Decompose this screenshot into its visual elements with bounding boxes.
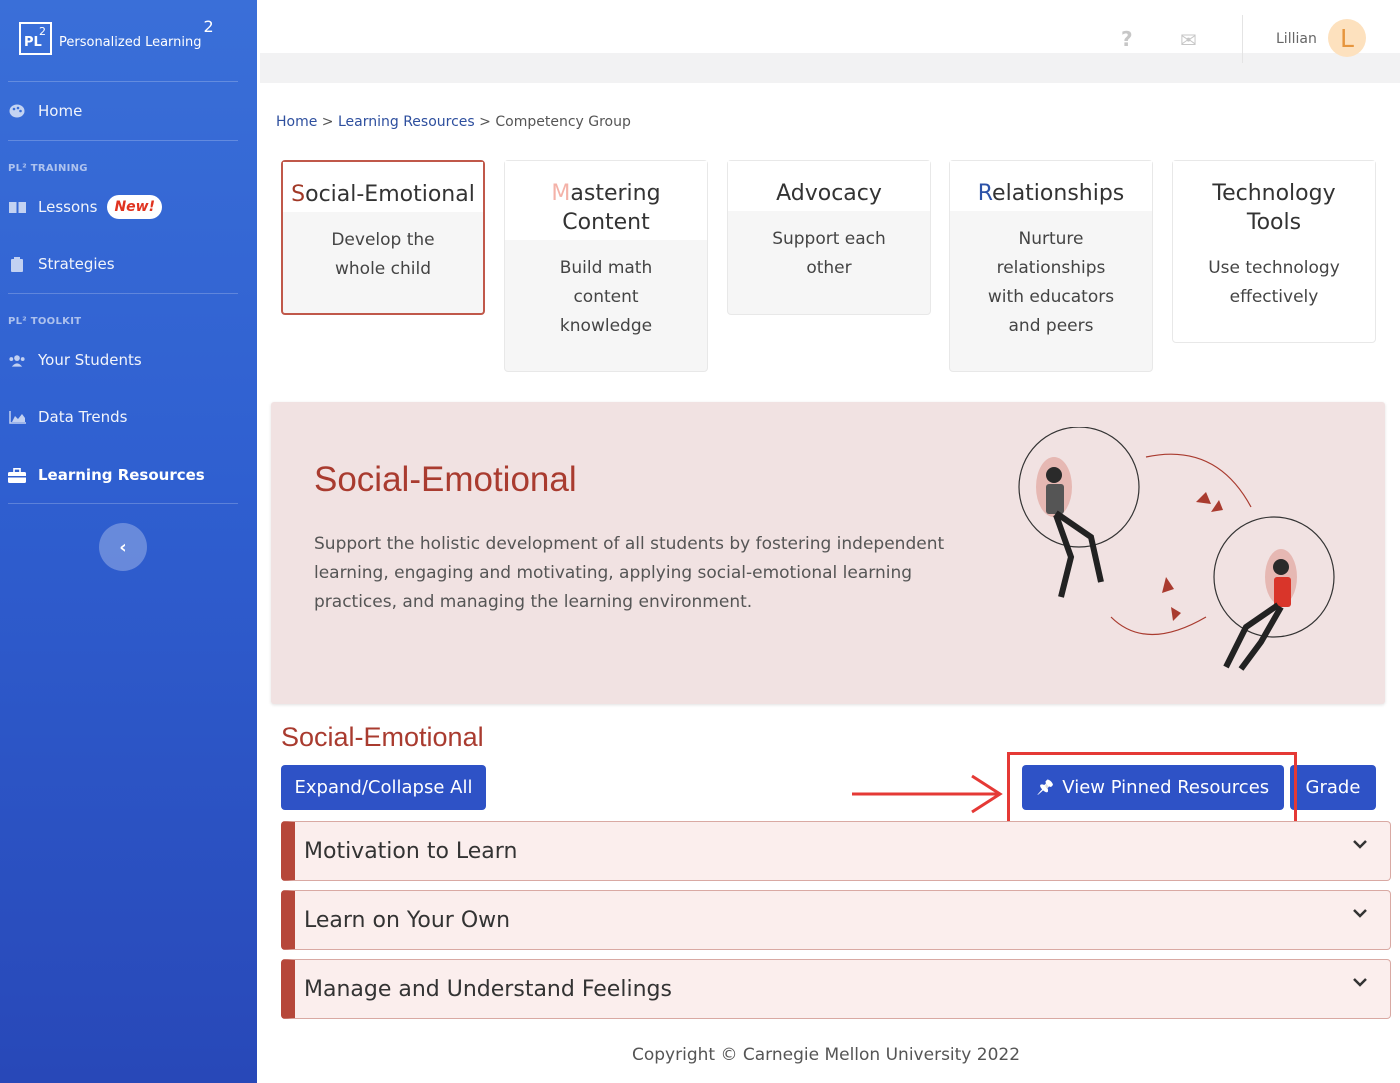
card-title-rest: elationships — [992, 181, 1125, 206]
card-mastering-content[interactable]: Mastering Content Build math content kno… — [504, 160, 708, 372]
sidebar-item-lessons[interactable]: Lessons New! — [8, 195, 162, 219]
sidebar-item-label: Home — [38, 102, 83, 120]
sidebar: PL 2 Personalized Learning 2 Home PL² TR… — [0, 0, 257, 1083]
card-title-rest: dvocacy — [790, 181, 882, 206]
sidebar-item-learning-resources[interactable]: Learning Resources — [8, 466, 205, 484]
card-social-emotional[interactable]: Social-Emotional Develop the whole child — [281, 160, 485, 315]
area-chart-icon — [8, 410, 26, 424]
new-badge: New! — [107, 195, 162, 219]
breadcrumb-separator: > — [317, 114, 338, 130]
breadcrumb-home[interactable]: Home — [276, 114, 317, 130]
brand-name: Personalized Learning — [59, 35, 202, 50]
card-description: Support each other — [772, 229, 886, 278]
sidebar-item-data-trends[interactable]: Data Trends — [8, 408, 127, 426]
card-title-rest: echnology Tools — [1222, 181, 1336, 235]
card-title: Advocacy — [728, 161, 930, 211]
grade-button[interactable]: Grade — [1290, 765, 1376, 810]
hero-title: Social-Emotional — [314, 460, 577, 499]
breadcrumb-learning-resources[interactable]: Learning Resources — [338, 114, 475, 130]
top-bar — [257, 0, 1400, 53]
sidebar-item-label: Learning Resources — [38, 466, 205, 484]
sidebar-item-home[interactable]: Home — [8, 102, 82, 120]
chevron-down-icon — [1353, 840, 1367, 849]
users-icon — [8, 353, 26, 367]
sidebar-divider — [8, 81, 238, 82]
sidebar-divider — [8, 503, 238, 504]
breadcrumb-separator: > — [474, 114, 496, 130]
highlight-box — [1007, 752, 1297, 829]
sidebar-item-label: Your Students — [38, 351, 142, 369]
card-description: Nurture relationships with educators and… — [987, 229, 1115, 336]
card-advocacy[interactable]: Advocacy Support each other — [727, 160, 931, 315]
card-description: Build math content knowledge — [559, 258, 653, 336]
footer-copyright: Copyright © Carnegie Mellon University 2… — [632, 1045, 1021, 1065]
card-description: Use technology effectively — [1208, 258, 1340, 307]
top-bar-separator — [1242, 15, 1243, 63]
sidebar-divider — [8, 293, 238, 294]
card-title-initial: S — [291, 182, 306, 207]
toolbox-icon — [8, 467, 26, 483]
logo-superscript: 2 — [39, 25, 46, 38]
accordion-item[interactable]: Motivation to Learn — [281, 821, 1391, 881]
top-bar-shadow — [260, 53, 1400, 83]
social-emotional-illustration — [1018, 427, 1335, 671]
sidebar-item-label: Strategies — [38, 255, 115, 273]
sidebar-section-toolkit: PL² TOOLKIT — [8, 316, 82, 327]
clipboard-icon — [8, 256, 26, 272]
accordion-item[interactable]: Learn on Your Own — [281, 890, 1391, 950]
card-title-initial: A — [776, 181, 791, 206]
accordion-label: Motivation to Learn — [304, 838, 518, 864]
user-name[interactable]: Lillian — [1276, 31, 1317, 47]
sidebar-item-label: Lessons — [38, 198, 98, 216]
brand-name-superscript: 2 — [203, 17, 214, 36]
card-title-initial: M — [551, 181, 571, 206]
card-title-initial: T — [1212, 181, 1223, 206]
avatar[interactable]: L — [1328, 19, 1366, 57]
hero-panel: Social-Emotional Support the holistic de… — [271, 402, 1385, 704]
accordion-label: Learn on Your Own — [304, 907, 511, 933]
card-title-initial: R — [977, 181, 993, 206]
breadcrumb: Home > Learning Resources > Competency G… — [276, 114, 631, 130]
expand-collapse-all-button[interactable]: Expand/Collapse All — [281, 765, 486, 810]
card-title: Social-Emotional — [283, 162, 483, 212]
sidebar-divider — [8, 140, 238, 141]
card-title-rest: ocial-Emotional — [305, 182, 475, 207]
logo-mark: PL 2 — [19, 22, 52, 55]
chevron-down-icon — [1353, 909, 1367, 918]
card-title: Technology Tools — [1173, 161, 1375, 240]
section-title: Social-Emotional — [281, 722, 484, 752]
sidebar-section-training: PL² TRAINING — [8, 163, 88, 174]
card-title: Relationships — [950, 161, 1152, 211]
accordion-label: Manage and Understand Feelings — [304, 976, 672, 1002]
accordion-item[interactable]: Manage and Understand Feelings — [281, 959, 1391, 1019]
sidebar-item-your-students[interactable]: Your Students — [8, 351, 142, 369]
sidebar-collapse-button[interactable]: ‹ — [99, 523, 147, 571]
sidebar-item-strategies[interactable]: Strategies — [8, 255, 115, 273]
mail-icon[interactable]: ✉ — [1180, 28, 1197, 52]
chevron-left-icon: ‹ — [119, 536, 127, 558]
palette-icon — [8, 104, 26, 118]
sidebar-item-label: Data Trends — [38, 408, 128, 426]
card-title: Mastering Content — [505, 161, 707, 240]
card-relationships[interactable]: Relationships Nurture relationships with… — [949, 160, 1153, 372]
brand-logo[interactable]: PL 2 Personalized Learning 2 — [19, 17, 214, 55]
hero-description: Support the holistic development of all … — [314, 534, 945, 612]
card-description: Develop the whole child — [331, 230, 435, 279]
chevron-down-icon — [1353, 978, 1367, 987]
breadcrumb-current: Competency Group — [495, 114, 631, 130]
help-icon[interactable]: ? — [1121, 27, 1133, 51]
card-title-rest: astering Content — [562, 181, 661, 235]
card-technology-tools[interactable]: Technology Tools Use technology effectiv… — [1172, 160, 1376, 343]
arrow-right-icon — [852, 774, 1003, 814]
book-icon — [8, 200, 26, 214]
